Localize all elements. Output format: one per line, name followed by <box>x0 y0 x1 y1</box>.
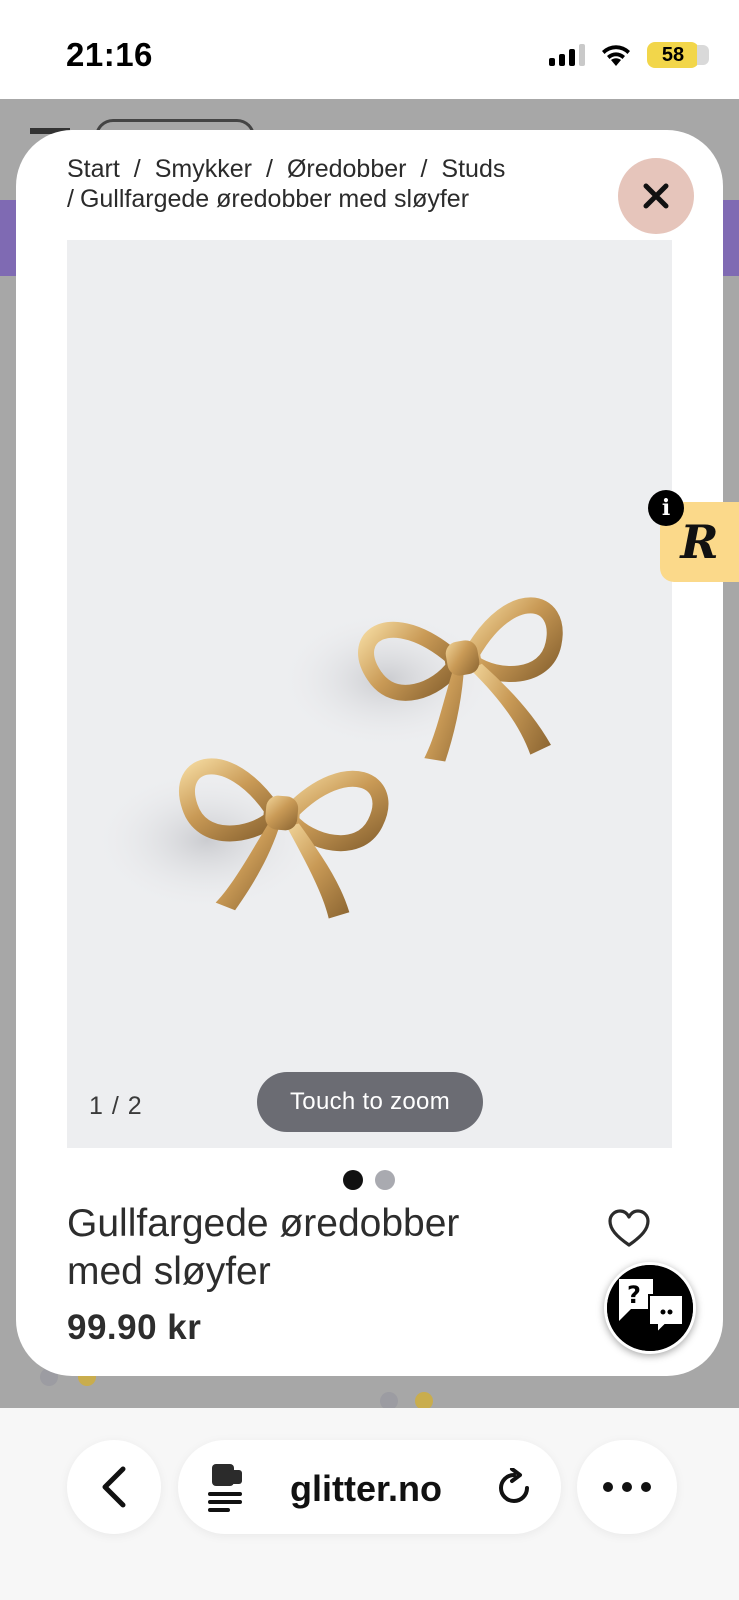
product-image[interactable]: 1 / 2 Touch to zoom <box>67 240 672 1148</box>
browser-toolbar: glitter.no <box>0 1408 739 1600</box>
cellular-signal-icon <box>549 44 585 66</box>
breadcrumb-separator: / <box>265 155 273 183</box>
earrings-image <box>92 597 563 919</box>
wifi-icon <box>602 45 630 66</box>
url-text: glitter.no <box>290 1468 442 1509</box>
pagination-dot[interactable] <box>375 1170 395 1190</box>
product-title: Gullfargede øredobber med sløyfer <box>67 1202 460 1293</box>
close-button[interactable] <box>618 158 694 234</box>
product-price: 99.90 kr <box>67 1308 202 1347</box>
wishlist-button[interactable] <box>606 1206 652 1252</box>
help-question-mark: ? <box>627 1281 641 1309</box>
breadcrumb-item-oredobber[interactable]: Øredobber <box>287 155 407 183</box>
pagination-dot-active[interactable] <box>343 1170 363 1190</box>
chevron-left-icon <box>102 1466 126 1508</box>
touch-to-zoom-hint[interactable]: Touch to zoom <box>257 1072 483 1132</box>
status-bar: 21:16 58 <box>0 0 739 99</box>
status-icons: 58 <box>549 42 709 68</box>
close-icon <box>643 183 669 209</box>
reload-icon[interactable] <box>494 1468 534 1508</box>
gallery-pagination <box>343 1170 395 1190</box>
help-chat-button[interactable]: ? <box>604 1262 696 1354</box>
breadcrumb-separator: / <box>67 185 74 213</box>
status-time: 21:16 <box>66 36 153 73</box>
breadcrumb: Start / Smykker / Øredobber / Studs / Gullfarge… <box>67 154 607 214</box>
image-counter: 1 / 2 <box>89 1092 143 1120</box>
breadcrumb-separator: / <box>133 155 141 183</box>
breadcrumb-item-smykker[interactable]: Smykker <box>155 155 252 183</box>
help-chat-icon: ? <box>607 1265 693 1351</box>
more-icon <box>603 1482 651 1492</box>
breadcrumb-item-start[interactable]: Start <box>67 155 120 183</box>
breadcrumb-separator: / <box>420 155 428 183</box>
product-quickview-modal: Start / Smykker / Øredobber / Studs / Gullfarge… <box>16 130 723 1376</box>
breadcrumb-item-studs[interactable]: Studs <box>441 155 505 183</box>
address-bar[interactable]: glitter.no <box>178 1440 561 1534</box>
page-menu-icon <box>208 1464 242 1512</box>
battery-icon: 58 <box>647 42 709 68</box>
breadcrumb-item-current: Gullfargede øredobber med sløyfer <box>79 185 470 213</box>
info-icon[interactable]: i <box>648 490 684 526</box>
back-button[interactable] <box>67 1440 161 1534</box>
more-button[interactable] <box>577 1440 677 1534</box>
heart-icon <box>608 1209 650 1247</box>
reviews-logo-icon: R <box>680 515 719 569</box>
